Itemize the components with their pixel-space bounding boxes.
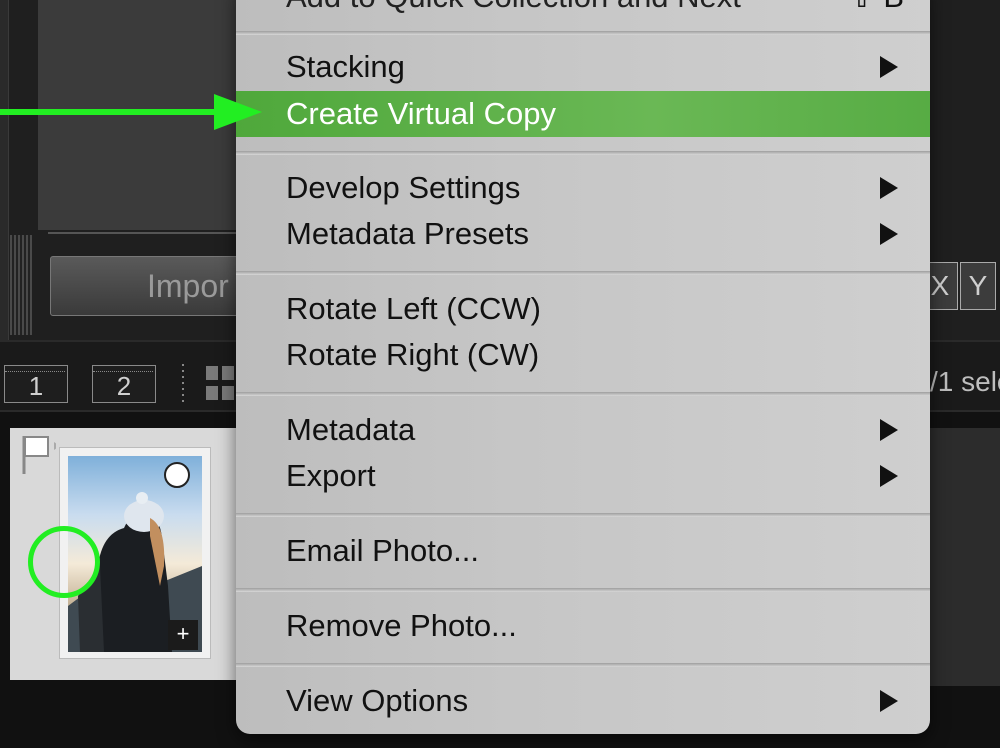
secondary-window-button[interactable]: 2 xyxy=(92,365,156,403)
toolbar-divider xyxy=(182,364,184,404)
primary-window-button[interactable]: 1 xyxy=(4,365,68,403)
menu-separator xyxy=(236,663,930,667)
menu-separator xyxy=(236,271,930,275)
compare-y-button[interactable]: Y xyxy=(960,262,996,310)
menu-item-label: Develop Settings xyxy=(286,170,521,205)
menu-item-label: Metadata Presets xyxy=(286,216,529,251)
annotation-arrow xyxy=(0,94,262,130)
submenu-arrow-icon xyxy=(880,690,898,712)
menu-item-label: Metadata xyxy=(286,412,416,447)
menu-item-label: Email Photo... xyxy=(286,533,479,568)
menu-item-create-virtual-copy[interactable]: Create Virtual Copy xyxy=(236,91,930,137)
menu-item-metadata-presets[interactable]: Metadata Presets xyxy=(236,211,930,257)
menu-item-label: Stacking xyxy=(286,49,405,84)
panel-divider xyxy=(48,232,248,234)
selection-count: /1 sele xyxy=(930,366,1000,397)
filmstrip-empty-area xyxy=(930,428,1000,686)
grid-view-icon[interactable] xyxy=(206,366,236,402)
selection-circle-icon[interactable] xyxy=(164,462,190,488)
menu-item-view-options[interactable]: View Options xyxy=(236,678,930,724)
menu-item-export[interactable]: Export xyxy=(236,453,930,499)
submenu-arrow-icon xyxy=(880,223,898,245)
menu-separator xyxy=(236,31,930,35)
menu-item-metadata[interactable]: Metadata xyxy=(236,407,930,453)
submenu-arrow-icon xyxy=(880,177,898,199)
menu-item-remove-photo[interactable]: Remove Photo... xyxy=(236,603,930,649)
menu-item-label: Create Virtual Copy xyxy=(286,96,556,131)
submenu-arrow-icon xyxy=(880,419,898,441)
menu-separator xyxy=(236,588,930,592)
flag-icon[interactable] xyxy=(20,432,56,476)
menu-item-develop-settings[interactable]: Develop Settings xyxy=(236,165,930,211)
submenu-arrow-icon xyxy=(880,56,898,78)
menu-separator xyxy=(236,392,930,396)
menu-item-add-to-quick-collection-and-next[interactable]: Add to Quick Collection and Next ⇧ B xyxy=(236,0,930,20)
menu-item-label: Add to Quick Collection and Next xyxy=(286,0,741,14)
menu-item-label: Export xyxy=(286,458,376,493)
menu-item-shortcut: ⇧ B xyxy=(849,0,904,20)
menu-item-label: View Options xyxy=(286,683,469,718)
menu-separator xyxy=(236,151,930,155)
menu-item-label: Rotate Right (CW) xyxy=(286,337,540,372)
menu-item-rotate-right[interactable]: Rotate Right (CW) xyxy=(236,332,930,378)
menu-item-email-photo[interactable]: Email Photo... xyxy=(236,528,930,574)
menu-item-label: Rotate Left (CCW) xyxy=(286,291,541,326)
panel-resize-grip[interactable] xyxy=(10,235,32,335)
menu-separator xyxy=(236,513,930,517)
submenu-arrow-icon xyxy=(880,465,898,487)
menu-item-stacking[interactable]: Stacking xyxy=(236,44,930,90)
menu-item-rotate-left[interactable]: Rotate Left (CCW) xyxy=(236,286,930,332)
context-menu: Add to Quick Collection and Next ⇧ B Sta… xyxy=(236,0,930,734)
virtual-copy-badge-icon: + xyxy=(168,620,198,650)
menu-item-label: Remove Photo... xyxy=(286,608,517,643)
annotation-circle xyxy=(28,526,100,598)
